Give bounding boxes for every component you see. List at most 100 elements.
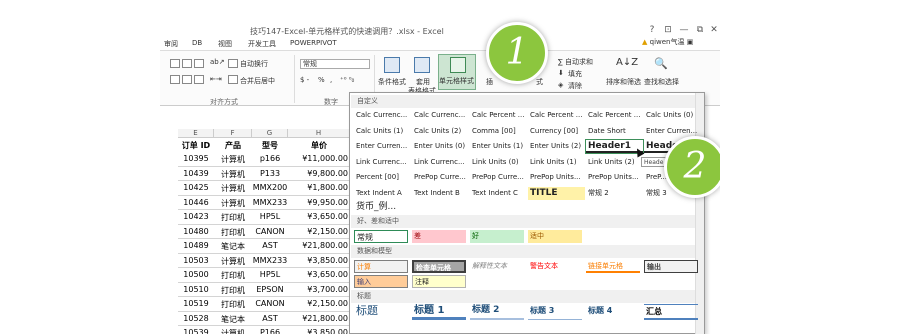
style-bad[interactable]: 差 (412, 230, 466, 243)
style-note[interactable]: 注释 (412, 275, 466, 288)
table-row[interactable]: 10425 计算机 MMX200 ¥1,800.00 (178, 181, 358, 196)
style-item[interactable]: Text Indent A (354, 187, 411, 200)
table-cell[interactable]: ¥2,150.00 (288, 227, 350, 236)
style-warning[interactable]: 警告文本 (528, 260, 582, 273)
table-cell[interactable]: ¥3,650.00 (288, 212, 350, 221)
tab-db[interactable]: DB (192, 39, 202, 47)
style-item[interactable]: Calc Units (0) (644, 109, 701, 122)
align-right-icon[interactable] (194, 75, 204, 84)
table-cell[interactable]: HP5L (252, 212, 288, 221)
table-cell[interactable]: 打印机 (214, 212, 252, 223)
header-row[interactable]: 订单 ID 产品 型号 单价 (178, 138, 358, 151)
table-cell[interactable]: 10528 (178, 314, 214, 323)
style-output[interactable]: 输出 (644, 260, 698, 273)
table-cell[interactable]: AST (252, 241, 288, 250)
table-cell[interactable]: 10439 (178, 169, 214, 178)
tab-review[interactable]: 审阅 (164, 39, 178, 49)
orientation-icon[interactable]: ab↗ (210, 58, 225, 66)
tab-view[interactable]: 视图 (218, 39, 232, 49)
table-row[interactable]: 10519 打印机 CANON ¥2,150.00 (178, 297, 358, 312)
style-item[interactable]: Enter Units (0) (412, 140, 469, 153)
style-item[interactable]: 常规 2 (586, 187, 643, 200)
sort-filter-button[interactable]: 排序和筛选 (606, 77, 641, 87)
table-cell[interactable]: ¥9,800.00 (288, 169, 350, 178)
style-item[interactable]: Calc Currenc... (354, 109, 411, 122)
style-item[interactable]: PrePop Units... (586, 171, 643, 184)
conditional-format-button[interactable]: 条件格式 (378, 77, 406, 87)
table-row[interactable]: 10503 计算机 MMX233 ¥3,850.00 (178, 254, 358, 268)
table-row[interactable]: 10510 打印机 EPSON ¥3,700.00 (178, 283, 358, 297)
table-row[interactable]: 10439 计算机 P133 ¥9,800.00 (178, 167, 358, 181)
find-select-button[interactable]: 查找和选择 (644, 77, 679, 87)
table-cell[interactable]: 10425 (178, 183, 214, 192)
style-item[interactable]: PrePop Units... (528, 171, 585, 184)
align-center-icon[interactable] (182, 75, 192, 84)
cell-styles-button[interactable]: 单元格样式 (438, 54, 476, 90)
table-cell[interactable]: 10480 (178, 227, 214, 236)
style-item[interactable]: Comma [00] (470, 125, 527, 138)
table-cell[interactable]: 10395 (178, 154, 214, 163)
table-cell[interactable]: HP5L (252, 270, 288, 279)
style-item[interactable]: Link Currenc... (354, 156, 411, 169)
style-item[interactable]: Calc Units (1) (354, 125, 411, 138)
table-cell[interactable]: CANON (252, 299, 288, 308)
fill-button[interactable]: 填充 (568, 69, 582, 79)
table-cell[interactable]: CANON (252, 227, 288, 236)
table-cell[interactable]: ¥3,850.00 (288, 328, 350, 334)
table-cell[interactable]: P166 (252, 328, 288, 334)
table-cell[interactable]: 笔记本 (214, 314, 252, 325)
table-cell[interactable]: 计算机 (214, 256, 252, 267)
table-row[interactable]: 10500 打印机 HP5L ¥3,650.00 (178, 268, 358, 283)
merge-center-button[interactable]: 合并后居中 (240, 76, 275, 86)
table-cell[interactable]: 打印机 (214, 227, 252, 238)
table-cell[interactable]: 10510 (178, 285, 214, 294)
percent-button[interactable]: % (318, 76, 325, 84)
table-cell[interactable]: p166 (252, 154, 288, 163)
clear-button[interactable]: 清除 (568, 81, 582, 91)
table-row[interactable]: 10528 笔记本 AST ¥21,800.00 (178, 312, 358, 326)
table-cell[interactable]: 10500 (178, 270, 214, 279)
user-account[interactable]: ▲ qiwen气温 ▣ (642, 37, 693, 47)
style-linked-cell[interactable]: 链接单元格 (586, 260, 640, 273)
style-item[interactable]: Link Units (0) (470, 156, 527, 169)
table-cell[interactable]: ¥21,800.00 (288, 314, 350, 323)
style-item[interactable]: Text Indent B (412, 187, 469, 200)
number-format-select[interactable]: 常规 (300, 59, 370, 69)
style-heading-4[interactable]: 标题 4 (586, 304, 640, 320)
align-top-icon[interactable] (170, 59, 180, 68)
style-item[interactable]: Link Currenc... (412, 156, 469, 169)
table-row[interactable]: 10539 计算机 P166 ¥3,850.00 (178, 326, 358, 334)
style-good[interactable]: 好 (470, 230, 524, 243)
style-explanatory[interactable]: 解释性文本 (470, 260, 524, 273)
decimal-icon[interactable]: ⁺⁰ ⁰₀ (340, 76, 354, 84)
table-cell[interactable]: P133 (252, 169, 288, 178)
table-cell[interactable]: ¥3,650.00 (288, 270, 350, 279)
table-cell[interactable]: 10503 (178, 256, 214, 265)
style-normal[interactable]: 常规 (354, 230, 408, 243)
table-cell[interactable]: 计算机 (214, 183, 252, 194)
style-item[interactable]: Enter Curren... (354, 140, 411, 153)
table-cell[interactable]: ¥9,950.00 (288, 198, 350, 207)
table-cell[interactable]: 打印机 (214, 270, 252, 281)
style-item[interactable]: TITLE (528, 186, 585, 200)
table-cell[interactable]: ¥1,800.00 (288, 183, 350, 192)
table-cell[interactable]: 10423 (178, 212, 214, 221)
table-cell[interactable]: 10519 (178, 299, 214, 308)
close-button[interactable]: ✕ (706, 24, 720, 36)
table-cell[interactable]: 计算机 (214, 169, 252, 180)
table-row[interactable]: 10489 笔记本 AST ¥21,800.00 (178, 239, 358, 254)
style-heading-1[interactable]: 标题 1 (412, 304, 466, 320)
tab-powerpivot[interactable]: POWERPIVOT (290, 39, 337, 47)
minimize-button[interactable]: — (676, 24, 692, 36)
table-cell[interactable]: ¥3,850.00 (288, 256, 350, 265)
style-item[interactable]: Text Indent C (470, 187, 527, 200)
wrap-text-button[interactable]: 自动换行 (240, 59, 268, 69)
style-item[interactable]: PrePop Curre... (470, 171, 527, 184)
table-row[interactable]: 10395 计算机 p166 ¥11,000.00 (178, 152, 358, 167)
style-item[interactable]: Link Units (1) (528, 156, 585, 169)
table-row[interactable]: 10446 计算机 MMX233 ¥9,950.00 (178, 196, 358, 210)
format-button[interactable]: 式 (536, 77, 543, 87)
style-item[interactable]: Date Short (586, 125, 643, 138)
column-header-h[interactable]: H (288, 129, 350, 138)
table-cell[interactable]: AST (252, 314, 288, 323)
